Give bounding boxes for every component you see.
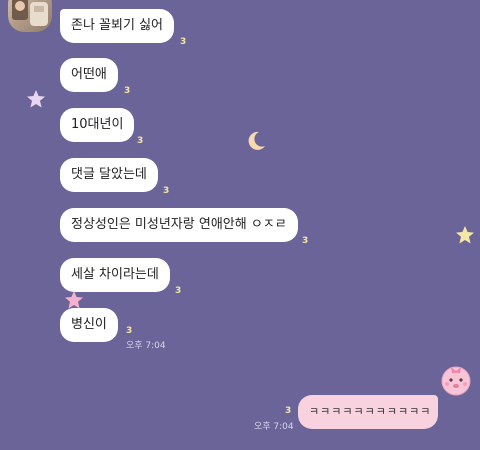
message-time: 오후 7:04 [254,422,294,432]
unread-count: 3 [285,406,292,416]
message-bubble[interactable]: 병신이 [60,308,118,342]
unread-count: 3 [124,86,131,96]
star-icon [65,291,83,309]
unread-count: 3 [137,136,144,146]
message-bubble[interactable]: 정상성인은 미성년자랑 연애안해 ㅇㅈㄹ [60,208,298,242]
message-bubble[interactable]: 존나 꼴뵈기 싫어 [60,9,174,43]
sender-avatar[interactable] [8,0,52,32]
my-message-bubble[interactable]: ㅋㅋㅋㅋㅋㅋㅋㅋㅋㅋㅋ [298,395,438,429]
unread-count: 3 [126,326,133,336]
moon-icon [248,131,265,150]
star-icon [27,90,45,108]
unread-count: 3 [180,37,187,47]
profile-photo-icon [12,0,48,26]
message-bubble[interactable]: 댓글 달았는데 [60,158,158,192]
chat-room: 존나 꼴뵈기 싫어 3 어떤애 3 10대년이 3 댓글 달았는데 3 정상성인… [0,0,480,450]
unread-count: 3 [163,186,170,196]
pink-character-emoticon-icon[interactable] [438,362,474,396]
star-icon [456,226,474,244]
message-bubble[interactable]: 10대년이 [60,108,135,142]
message-bubble[interactable]: 어떤애 [60,58,118,92]
message-time: 오후 7:04 [126,341,166,351]
unread-count: 3 [175,286,182,296]
unread-count: 3 [302,236,309,246]
message-bubble[interactable]: 세살 차이라는데 [60,258,170,292]
